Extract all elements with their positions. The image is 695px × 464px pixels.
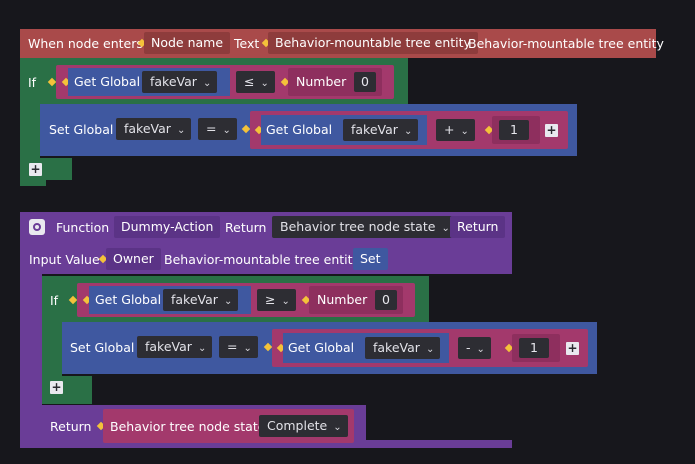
if-block-2-footer: +: [42, 376, 92, 404]
gear-icon[interactable]: [29, 219, 45, 235]
get-global-label: Get Global: [95, 292, 162, 307]
state-dropdown[interactable]: Complete ⌄: [259, 415, 348, 437]
chevron-down-icon: ⌄: [460, 126, 469, 137]
chevron-down-icon: ⌄: [243, 343, 252, 354]
number-block[interactable]: 1: [492, 116, 540, 144]
var-dropdown[interactable]: fakeVar ⌄: [365, 337, 441, 359]
get-global-block-1[interactable]: Get Global fakeVar ⌄: [68, 68, 230, 96]
get-global-label: Get Global: [74, 74, 141, 89]
chevron-down-icon: ⌄: [197, 343, 207, 354]
compare-expression-1[interactable]: Get Global fakeVar ⌄ ≤ ⌄ Number 0: [56, 65, 394, 99]
assign-op-dropdown[interactable]: = ⌄: [219, 336, 258, 358]
operator-dropdown[interactable]: ≤ ⌄: [236, 71, 275, 93]
function-name-field[interactable]: Dummy-Action: [114, 216, 221, 238]
add-branch-icon[interactable]: +: [29, 163, 42, 176]
number-input[interactable]: 0: [354, 72, 376, 92]
var-dropdown[interactable]: fakeVar ⌄: [163, 289, 239, 311]
event-title: When node enters: [28, 36, 143, 51]
get-global-block-2[interactable]: Get Global fakeVar ⌄: [89, 286, 251, 314]
assign-op-dropdown[interactable]: = ⌄: [198, 118, 237, 140]
var-dropdown[interactable]: fakeVar ⌄: [116, 118, 192, 140]
number-block-2[interactable]: Number 0: [309, 286, 403, 314]
get-global-label: Get Global: [288, 340, 355, 355]
chevron-down-icon: ⌄: [333, 422, 342, 433]
chevron-down-icon: ⌄: [223, 296, 233, 307]
chevron-down-icon: ⌄: [202, 78, 212, 89]
set-button[interactable]: Set: [353, 248, 388, 270]
add-operand-icon[interactable]: +: [545, 124, 558, 137]
set-global-block-1[interactable]: Set Global fakeVar ⌄ = ⌄ Get Global fakeVa…: [40, 104, 577, 156]
node-state-label: Behavior tree node state: [110, 419, 266, 434]
chevron-down-icon: ⌄: [441, 223, 450, 234]
return-label: Return: [50, 419, 92, 434]
number-input[interactable]: 1: [499, 120, 529, 140]
compare-expression-2[interactable]: Get Global fakeVar ⌄ ≥ ⌄ Number 0: [77, 283, 415, 317]
chevron-down-icon: ⌄: [403, 126, 413, 137]
operator-dropdown[interactable]: ≥ ⌄: [257, 289, 296, 311]
number-block[interactable]: 1: [512, 334, 560, 362]
set-global-block-2[interactable]: Set Global fakeVar ⌄ = ⌄ Get Global fakeVa…: [62, 322, 597, 374]
event-block[interactable]: When node enters Node name Text Behavior…: [20, 29, 664, 58]
node-name-param[interactable]: Node name: [144, 32, 231, 54]
owner-value: Behavior-mountable tree entity: [164, 252, 360, 267]
chevron-down-icon: ⌄: [260, 78, 269, 89]
return-label: Return: [225, 220, 267, 235]
chevron-down-icon: ⌄: [425, 344, 435, 355]
text-label: Text: [234, 36, 260, 51]
math-op-dropdown[interactable]: + ⌄: [436, 119, 475, 141]
text-value-param[interactable]: Behavior-mountable tree entity: [268, 32, 478, 54]
add-branch-icon[interactable]: +: [50, 381, 63, 394]
return-button[interactable]: Return: [450, 216, 506, 238]
math-expression-2[interactable]: Get Global fakeVar ⌄ - ⌄ 1 +: [272, 329, 588, 367]
number-block-1[interactable]: Number 0: [288, 68, 382, 96]
input-value-label: Input Value: [29, 252, 100, 267]
chevron-down-icon: ⌄: [281, 296, 290, 307]
number-input[interactable]: 1: [519, 338, 549, 358]
chevron-down-icon: ⌄: [176, 125, 186, 136]
function-block[interactable]: Function Dummy-Action Return Behavior tr…: [20, 212, 512, 274]
if-label: If: [28, 75, 37, 90]
return-type-dropdown[interactable]: Behavior tree node state ⌄: [272, 216, 456, 238]
get-global-block[interactable]: Get Global fakeVar ⌄: [261, 115, 427, 145]
get-global-block[interactable]: Get Global fakeVar ⌄: [283, 333, 449, 363]
node-state-block[interactable]: Behavior tree node state Complete ⌄: [103, 409, 354, 443]
block-notch: [46, 180, 72, 186]
chevron-down-icon: ⌄: [476, 344, 485, 355]
if-label: If: [50, 293, 59, 308]
function-body-rail: [20, 274, 42, 448]
event-output-value: Behavior-mountable tree entity: [468, 36, 664, 51]
if-block-1-body: [20, 104, 40, 158]
number-label: Number: [317, 292, 368, 307]
chevron-down-icon: ⌄: [222, 125, 231, 136]
function-label: Function: [56, 220, 110, 235]
set-global-label: Set Global: [70, 340, 135, 355]
math-op-dropdown[interactable]: - ⌄: [458, 337, 491, 359]
if-block-2-body: [42, 322, 62, 376]
input-connector-icon: [263, 342, 273, 352]
input-connector-icon: [241, 124, 251, 134]
var-dropdown[interactable]: fakeVar ⌄: [137, 336, 213, 358]
if-block-1-footer: +: [20, 158, 72, 186]
get-global-label: Get Global: [266, 122, 333, 137]
var-dropdown[interactable]: fakeVar ⌄: [343, 119, 419, 141]
number-label: Number: [296, 74, 347, 89]
math-expression-1[interactable]: Get Global fakeVar ⌄ + ⌄ 1 +: [250, 111, 568, 149]
set-global-label: Set Global: [49, 122, 114, 137]
add-operand-icon[interactable]: +: [566, 342, 579, 355]
number-input[interactable]: 0: [375, 290, 397, 310]
owner-param[interactable]: Owner: [106, 248, 161, 270]
return-block[interactable]: Return Behavior tree node state Complete…: [42, 405, 366, 443]
var-dropdown[interactable]: fakeVar ⌄: [142, 71, 218, 93]
